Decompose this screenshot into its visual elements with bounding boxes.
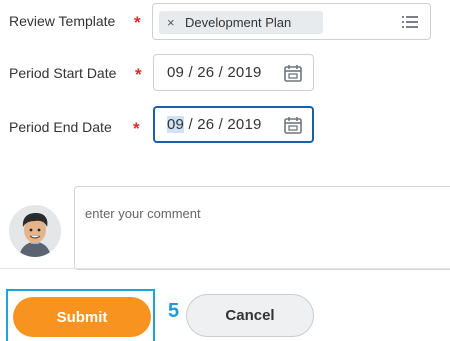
cancel-button[interactable]: Cancel <box>186 294 314 337</box>
comment-input[interactable]: enter your comment <box>74 186 450 270</box>
required-indicator: * <box>134 13 141 32</box>
review-template-field[interactable]: × Development Plan <box>152 3 431 40</box>
selected-pill-label: Development Plan <box>185 15 292 30</box>
period-end-label: Period End Date <box>9 119 112 135</box>
required-indicator: * <box>135 65 142 84</box>
comment-placeholder: enter your comment <box>85 206 201 221</box>
review-template-label: Review Template <box>9 13 116 29</box>
divider <box>0 268 450 269</box>
period-start-input[interactable]: 09 / 26 / 2019 <box>153 54 314 91</box>
list-icon[interactable] <box>402 15 418 29</box>
step-number-annotation: 5 <box>168 300 180 322</box>
period-end-input[interactable]: 09 / 26 / 2019 <box>153 106 314 143</box>
period-end-value: 09 / 26 / 2019 <box>167 116 262 133</box>
remove-icon[interactable]: × <box>167 11 175 34</box>
period-start-label: Period Start Date <box>9 65 117 81</box>
calendar-icon[interactable] <box>284 116 302 134</box>
avatar <box>9 205 61 257</box>
selected-pill: × Development Plan <box>159 11 323 34</box>
calendar-icon[interactable] <box>284 64 302 82</box>
submit-button[interactable]: Submit <box>13 297 151 337</box>
period-start-value: 09 / 26 / 2019 <box>167 64 262 81</box>
required-indicator: * <box>133 119 140 138</box>
